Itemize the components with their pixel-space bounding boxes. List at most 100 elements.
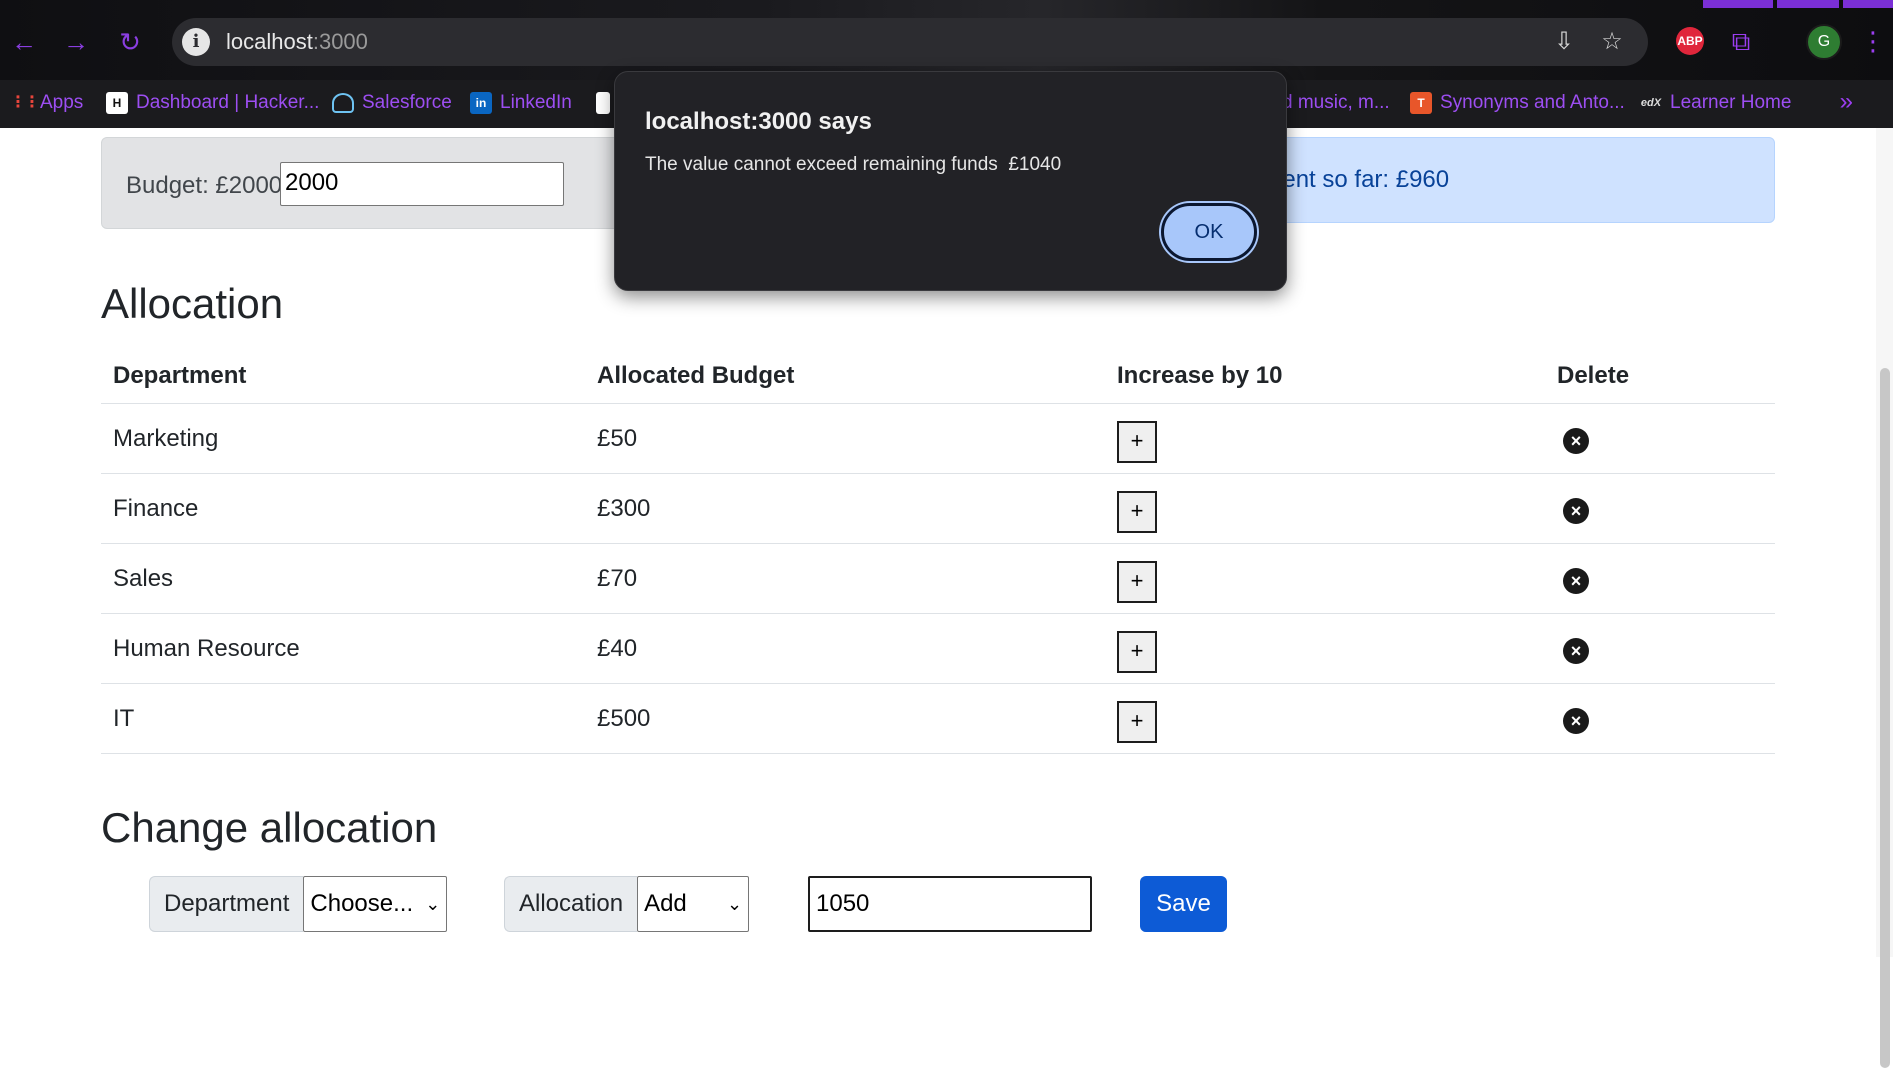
bookmark-label: Salesforce — [362, 92, 452, 113]
table-header-row: Department Allocated Budget Increase by … — [101, 350, 1775, 404]
dialog-title: localhost:3000 says — [645, 108, 872, 135]
install-app-icon[interactable]: ⇩ — [1548, 26, 1580, 58]
more-bookmarks-icon[interactable]: » — [1840, 88, 1853, 116]
bookmark-music[interactable]: d music, m... — [1282, 88, 1390, 118]
cell-budget: £300 — [585, 473, 1105, 544]
site-info-icon[interactable]: i — [182, 28, 210, 56]
thesaurus-icon: T — [1410, 92, 1432, 114]
bookmark-label: Dashboard | Hacker... — [136, 92, 320, 113]
ok-button[interactable]: OK — [1161, 203, 1257, 261]
cell-delete: × — [1545, 683, 1775, 754]
back-icon[interactable]: ← — [6, 24, 42, 60]
delete-icon[interactable]: × — [1563, 427, 1589, 454]
bookmark-partial[interactable] — [596, 88, 610, 118]
page-scrollbar[interactable] — [1876, 128, 1893, 1068]
increase-button[interactable]: + — [1117, 490, 1157, 533]
department-input-group: Department Choose... ⌄ — [149, 876, 448, 932]
cell-department: Marketing — [101, 403, 585, 474]
department-select-value: Choose... — [310, 890, 414, 917]
cell-department: Human Resource — [101, 613, 585, 684]
cell-budget: £70 — [585, 543, 1105, 614]
bookmark-favicon-icon — [596, 92, 610, 114]
table-row: Sales £70 + × — [101, 543, 1775, 614]
bookmark-label: Apps — [40, 92, 84, 113]
budget-label: Budget: £2000 — [126, 172, 283, 199]
bookmark-star-icon[interactable]: ☆ — [1596, 26, 1628, 58]
delete-icon[interactable]: × — [1563, 637, 1589, 664]
increase-button[interactable]: + — [1117, 560, 1157, 603]
amount-input[interactable]: 1050 — [808, 876, 1092, 932]
header-increase: Increase by 10 — [1105, 350, 1545, 404]
budget-input[interactable]: 2000 — [280, 162, 564, 206]
extensions-icon[interactable]: ⧉ — [1724, 24, 1758, 58]
department-select[interactable]: Choose... ⌄ — [303, 876, 448, 932]
delete-icon[interactable]: × — [1563, 567, 1589, 594]
scrollbar-thumb[interactable] — [1880, 368, 1890, 1068]
cell-delete: × — [1545, 473, 1775, 544]
salesforce-icon — [332, 93, 354, 113]
reload-icon[interactable]: ↻ — [112, 24, 148, 60]
alert-dialog: localhost:3000 says The value cannot exc… — [614, 71, 1287, 291]
profile-avatar-icon[interactable]: G — [1806, 24, 1842, 60]
save-button[interactable]: Save — [1140, 876, 1227, 932]
dialog-message: The value cannot exceed remaining funds … — [645, 154, 1062, 175]
cell-increase: + — [1105, 473, 1545, 544]
bookmark-label: LinkedIn — [500, 92, 572, 113]
bookmark-label: d music, m... — [1282, 92, 1390, 113]
apps-grid-icon: ⋮⋮ — [10, 94, 40, 111]
cell-delete: × — [1545, 543, 1775, 614]
cell-budget: £50 — [585, 403, 1105, 474]
allocation-label: Allocation — [504, 876, 638, 932]
cell-budget: £40 — [585, 613, 1105, 684]
linkedin-icon: in — [470, 92, 492, 114]
tab-strip-accent — [1777, 0, 1839, 8]
allocation-select[interactable]: Add ⌄ — [637, 876, 750, 932]
chevron-down-icon: ⌄ — [425, 894, 441, 914]
table-row: Human Resource £40 + × — [101, 613, 1775, 684]
bookmark-salesforce[interactable]: Salesforce — [332, 88, 452, 118]
increase-button[interactable]: + — [1117, 420, 1157, 463]
allocation-select-value: Add — [644, 890, 687, 917]
spent-panel: pent so far: £960 — [1206, 137, 1775, 223]
tab-strip-accent — [1843, 0, 1893, 8]
delete-icon[interactable]: × — [1563, 497, 1589, 524]
table-row: IT £500 + × — [101, 683, 1775, 754]
allocation-input-group: Allocation Add ⌄ — [504, 876, 750, 932]
spent-text: pent so far: £960 — [1269, 166, 1450, 193]
bookmark-label: Learner Home — [1670, 92, 1792, 113]
increase-button[interactable]: + — [1117, 700, 1157, 743]
hackerrank-icon: H — [106, 92, 128, 114]
edx-icon: edX — [1640, 97, 1662, 109]
address-bar[interactable]: i localhost:3000 ⇩ ☆ — [172, 18, 1648, 66]
table-row: Finance £300 + × — [101, 473, 1775, 544]
change-allocation-title: Change allocation — [101, 804, 438, 851]
cell-delete: × — [1545, 613, 1775, 684]
header-allocated-budget: Allocated Budget — [585, 350, 1105, 404]
url-text[interactable]: localhost:3000 — [226, 29, 368, 55]
bookmark-edx[interactable]: edX Learner Home — [1640, 88, 1792, 118]
browser-menu-icon[interactable]: ⋮ — [1856, 24, 1890, 58]
cell-budget: £500 — [585, 683, 1105, 754]
bookmark-hackerrank[interactable]: H Dashboard | Hacker... — [106, 88, 319, 118]
header-delete: Delete — [1545, 350, 1775, 404]
bookmark-linkedin[interactable]: in LinkedIn — [470, 88, 572, 118]
adblock-extension-icon[interactable]: ABP — [1676, 27, 1704, 55]
cell-increase: + — [1105, 683, 1545, 754]
chevron-down-icon: ⌄ — [726, 894, 743, 914]
cell-increase: + — [1105, 403, 1545, 474]
header-department: Department — [101, 350, 585, 404]
delete-icon[interactable]: × — [1563, 707, 1589, 734]
cell-increase: + — [1105, 613, 1545, 684]
increase-button[interactable]: + — [1117, 630, 1157, 673]
budget-panel: Budget: £2000 2000 — [101, 137, 701, 229]
bookmark-apps[interactable]: ⋮⋮ Apps — [10, 88, 83, 118]
cell-department: Finance — [101, 473, 585, 544]
forward-icon[interactable]: → — [58, 24, 94, 60]
cell-department: IT — [101, 683, 585, 754]
bookmark-synonyms[interactable]: T Synonyms and Anto... — [1410, 88, 1625, 118]
department-label: Department — [149, 876, 304, 932]
allocation-table: Department Allocated Budget Increase by … — [101, 350, 1775, 754]
url-port: :3000 — [312, 29, 368, 54]
bookmark-label: Synonyms and Anto... — [1440, 92, 1625, 113]
table-row: Marketing £50 + × — [101, 403, 1775, 474]
